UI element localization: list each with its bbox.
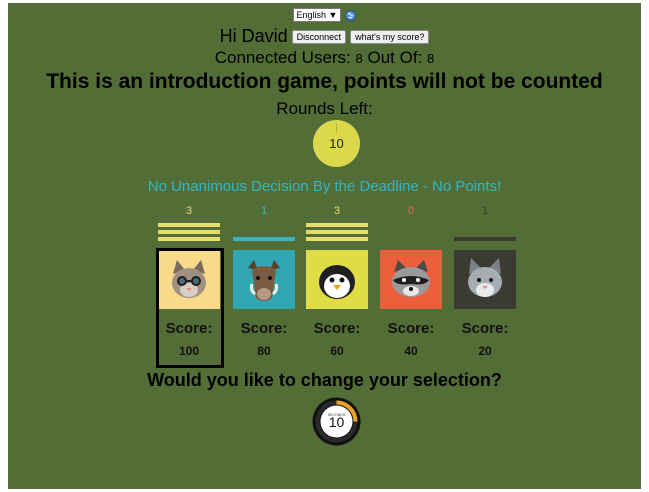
score-label: Score:: [313, 320, 361, 337]
vote-count: 1: [260, 205, 268, 217]
vote-bar: [306, 223, 368, 227]
globe-icon[interactable]: [345, 9, 357, 21]
vote-bar: [454, 237, 516, 241]
deadline-notice: No Unanimous Decision By the Deadline - …: [147, 178, 502, 195]
vote-count: 3: [333, 205, 341, 217]
connected-count: 8: [355, 51, 363, 66]
score-label: Score:: [461, 320, 509, 337]
out-of-count: 8: [427, 51, 435, 66]
intro-message: This is an introduction game, points wil…: [46, 70, 603, 93]
language-select[interactable]: English ▼: [292, 8, 342, 22]
score-value: 20: [478, 344, 492, 358]
selection-highlight: [156, 248, 224, 368]
disconnect-button[interactable]: Disconnect: [291, 29, 347, 44]
greeting-row: Hi David Disconnect what's my score?: [8, 26, 641, 47]
vote-bar: [158, 230, 220, 234]
wolf-icon[interactable]: [454, 250, 516, 309]
score-value: 40: [404, 344, 418, 358]
rounds-left-value: 10: [329, 136, 344, 151]
timer-value: 10: [329, 414, 345, 430]
round-tick: [336, 123, 337, 132]
score-value: 80: [257, 344, 271, 358]
vote-bar: [158, 223, 220, 227]
countdown-timer: SECONDS 10: [312, 397, 361, 446]
connected-label: Connected Users:: [214, 48, 351, 67]
game-area: English ▼ Hi David Disconnect what's my …: [8, 3, 641, 489]
score-label: Score:: [387, 320, 435, 337]
out-of-label: Out Of:: [367, 48, 423, 67]
vote-count: 0: [407, 205, 415, 217]
penguin-icon[interactable]: [306, 250, 368, 309]
raccoon-icon[interactable]: [380, 250, 442, 309]
vote-bar: [233, 237, 295, 241]
vote-count: 3: [185, 205, 193, 217]
change-selection-question: Would you like to change your selection?: [147, 370, 502, 390]
greeting-text: Hi David: [219, 26, 288, 46]
my-score-button[interactable]: what's my score?: [350, 29, 430, 44]
rounds-left-label: Rounds Left:: [276, 99, 373, 118]
language-row: English ▼: [8, 8, 641, 22]
vote-bar: [306, 230, 368, 234]
score-value: 60: [330, 344, 344, 358]
rounds-left-badge: 10: [313, 120, 360, 167]
connected-users: Connected Users: 8 Out Of: 8: [8, 48, 641, 68]
boar-icon[interactable]: [233, 250, 295, 309]
score-label: Score:: [240, 320, 288, 337]
vote-bar: [158, 237, 220, 241]
vote-count: 1: [481, 205, 489, 217]
vote-bar: [306, 237, 368, 241]
